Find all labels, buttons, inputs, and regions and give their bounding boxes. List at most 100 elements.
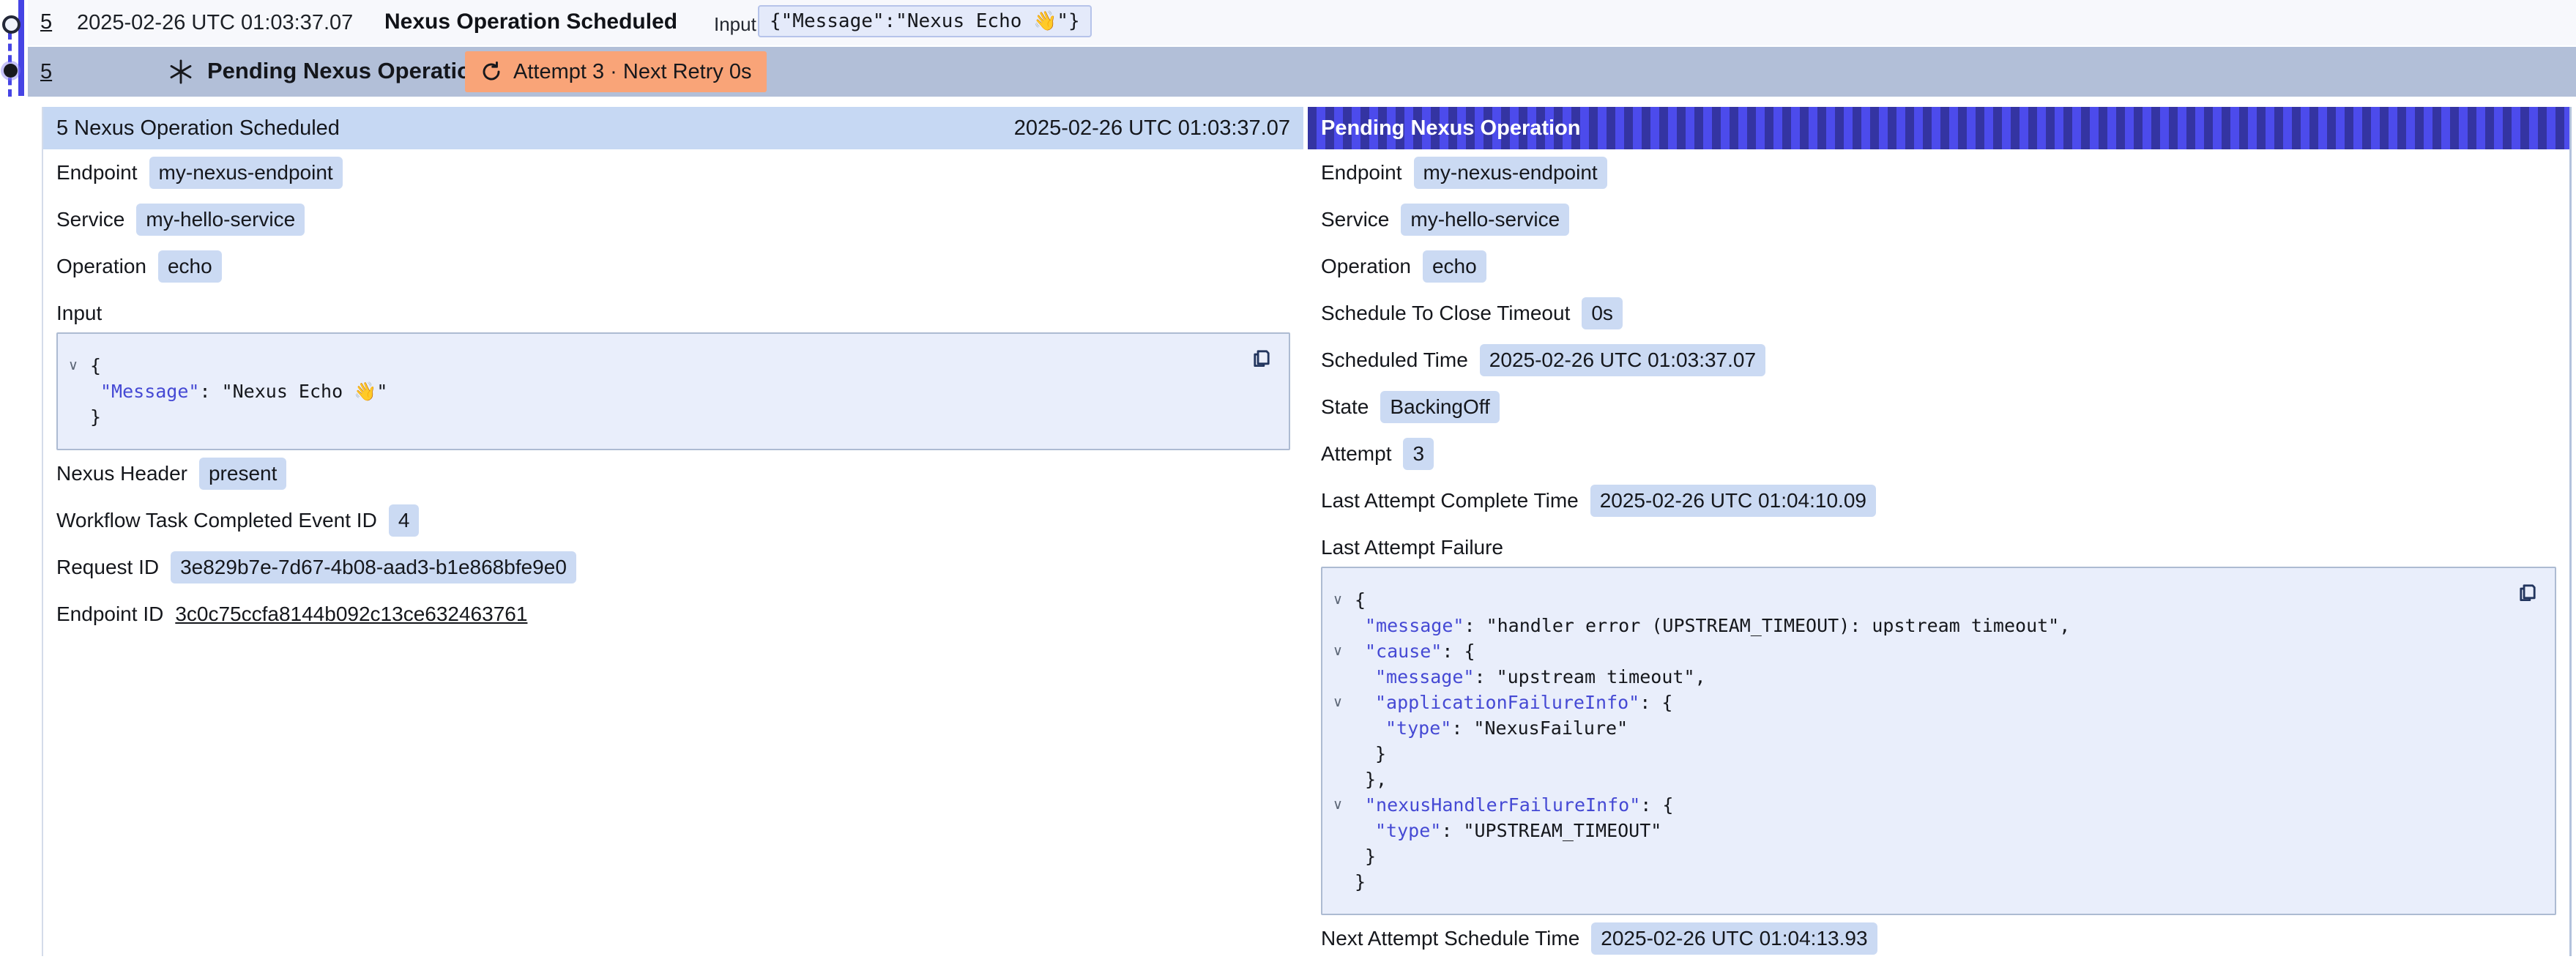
json-line-gutter xyxy=(1333,741,1355,767)
field-label: Nexus Header xyxy=(56,462,187,485)
field-value-badge: 4 xyxy=(389,504,420,537)
retry-badge-text: Attempt 3 · Next Retry 0s xyxy=(513,60,752,84)
pending-operation-panel-header: Pending Nexus Operation xyxy=(1308,107,2569,149)
retry-icon xyxy=(480,60,503,83)
json-text: } xyxy=(1365,846,1376,867)
collapse-chevron-icon[interactable]: ∨ xyxy=(1333,587,1355,613)
field-value-badge: my-nexus-endpoint xyxy=(149,157,343,190)
field-row-operation: Operation echo xyxy=(56,243,1290,290)
json-line-content: } xyxy=(90,404,101,430)
json-viewer: ∨{"message": "handler error (UPSTREAM_TI… xyxy=(1321,567,2556,915)
event-detail-panel-timestamp: 2025-02-26 UTC 01:03:37.07 xyxy=(1014,116,1290,141)
pending-operation-panel-title: Pending Nexus Operation xyxy=(1321,116,1581,141)
event-title: Nexus Operation Scheduled xyxy=(384,10,677,34)
json-line-content: "message": "upstream timeout", xyxy=(1355,664,1706,690)
retry-status-badge: Attempt 3 · Next Retry 0s xyxy=(465,51,767,92)
event-summary-row[interactable]: 5 2025-02-26 UTC 01:03:37.07 Nexus Opera… xyxy=(28,0,2576,45)
json-text: : "NexusFailure" xyxy=(1451,717,1628,739)
json-line-content: { xyxy=(1355,587,1366,613)
field-row-schedule-to-close-timeout: Schedule To Close Timeout 0s xyxy=(1321,290,2556,337)
json-text: : "handler error (UPSTREAM_TIMEOUT): ups… xyxy=(1464,615,2070,636)
field-label: Schedule To Close Timeout xyxy=(1321,302,1570,325)
json-line-content: }, xyxy=(1355,767,1387,792)
copy-json-button[interactable] xyxy=(1249,344,1277,372)
json-line-content: } xyxy=(1355,741,1386,767)
json-line-content: "type": "NexusFailure" xyxy=(1355,715,1628,741)
json-line-gutter xyxy=(68,379,90,404)
collapse-chevron-icon[interactable]: ∨ xyxy=(68,353,90,379)
json-text: } xyxy=(90,406,101,428)
json-line: }, xyxy=(1333,767,2504,792)
json-text: { xyxy=(90,355,101,376)
field-value-badge: 2025-02-26 UTC 01:04:13.93 xyxy=(1591,922,1877,955)
collapse-chevron-icon[interactable]: ∨ xyxy=(1333,690,1355,715)
json-key: "message" xyxy=(1375,666,1474,687)
json-line-content: } xyxy=(1355,869,1366,895)
json-key: "nexusHandlerFailureInfo" xyxy=(1365,794,1640,816)
json-line-gutter xyxy=(1333,613,1355,638)
pending-operation-row[interactable]: 5 Pending Nexus Operation Attempt 3 · Ne… xyxy=(28,47,2576,97)
json-text: { xyxy=(1355,589,1366,611)
field-label: Endpoint xyxy=(56,161,138,184)
field-row-endpoint: Endpointmy-nexus-endpoint xyxy=(1321,149,2556,196)
json-line-gutter xyxy=(1333,715,1355,741)
field-row-next-attempt-schedule-time: Next Attempt Schedule Time2025-02-26 UTC… xyxy=(1321,915,2556,962)
field-label: Attempt xyxy=(1321,442,1391,466)
collapse-chevron-icon[interactable]: ∨ xyxy=(1333,638,1355,664)
pending-operation-panel: Pending Nexus Operation Endpointmy-nexus… xyxy=(1308,107,2572,956)
field-value-badge: echo xyxy=(158,250,222,283)
field-row-attempt: Attempt3 xyxy=(1321,430,2556,477)
json-line-content: "type": "UPSTREAM_TIMEOUT" xyxy=(1355,818,1661,843)
json-text: } xyxy=(1375,743,1386,764)
copy-json-button[interactable] xyxy=(2515,578,2543,606)
field-value-badge: BackingOff xyxy=(1380,391,1499,424)
field-label: Service xyxy=(1321,208,1389,231)
field-row-state: StateBackingOff xyxy=(1321,384,2556,430)
timeline-event-marker-open xyxy=(2,15,21,34)
json-text: : { xyxy=(1640,794,1673,816)
pending-operation-title: Pending Nexus Operation xyxy=(207,58,485,84)
json-key: "message" xyxy=(1365,615,1464,636)
field-label: Operation xyxy=(1321,255,1411,278)
json-text: } xyxy=(1355,871,1366,892)
json-line-content: } xyxy=(1355,843,1376,869)
event-detail-panel-title: 5 Nexus Operation Scheduled xyxy=(56,116,340,141)
field-value-badge: present xyxy=(199,458,286,491)
timeline-active-bar xyxy=(18,0,24,96)
field-label: Request ID xyxy=(56,556,159,579)
json-line-content: "message": "handler error (UPSTREAM_TIME… xyxy=(1355,613,2070,638)
json-line-content: "cause": { xyxy=(1355,638,1475,664)
json-line: ∨"applicationFailureInfo": { xyxy=(1333,690,2504,715)
event-detail-panels: 5 Nexus Operation Scheduled 2025-02-26 U… xyxy=(0,107,2576,956)
field-label: Workflow Task Completed Event ID xyxy=(56,509,377,532)
json-line-gutter xyxy=(1333,767,1355,792)
event-id-link[interactable]: 5 xyxy=(40,10,52,34)
json-line: ∨"cause": { xyxy=(1333,638,2504,664)
field-label: Operation xyxy=(56,255,146,278)
json-line: "message": "handler error (UPSTREAM_TIME… xyxy=(1333,613,2504,638)
field-value-badge: echo xyxy=(1423,250,1486,283)
json-line: ∨ "nexusHandlerFailureInfo": { xyxy=(1333,792,2504,818)
event-timestamp: 2025-02-26 UTC 01:03:37.07 xyxy=(77,11,353,35)
field-row-request-id: Request ID3e829b7e-7d67-4b08-aad3-b1e868… xyxy=(56,544,1290,591)
field-value-badge: 0s xyxy=(1582,297,1623,330)
json-line-gutter xyxy=(1333,843,1355,869)
json-line-content: "applicationFailureInfo": { xyxy=(1355,690,1672,715)
json-line: } xyxy=(1333,741,2504,767)
json-line-gutter xyxy=(1333,818,1355,843)
event-input-preview[interactable]: {"Message":"Nexus Echo 👋"} xyxy=(758,5,1092,37)
json-line: } xyxy=(1333,843,2504,869)
json-line: ∨{ xyxy=(1333,587,2504,613)
json-key: "type" xyxy=(1385,717,1451,739)
field-value-link[interactable]: 3c0c75ccfa8144b092c13ce632463761 xyxy=(175,603,527,626)
field-value-badge: 2025-02-26 UTC 01:04:10.09 xyxy=(1590,485,1876,518)
collapse-chevron-icon[interactable]: ∨ xyxy=(1333,792,1355,818)
copy-icon xyxy=(2515,580,2540,605)
json-line: "message": "upstream timeout", xyxy=(1333,664,2504,690)
pending-operation-fields: Endpointmy-nexus-endpointServicemy-hello… xyxy=(1308,149,2569,962)
json-line: } xyxy=(68,404,1237,430)
pending-event-id-link[interactable]: 5 xyxy=(40,60,52,84)
event-input-label: Input xyxy=(714,13,756,36)
json-text: }, xyxy=(1365,769,1387,790)
field-value-badge: my-nexus-endpoint xyxy=(1414,157,1607,190)
